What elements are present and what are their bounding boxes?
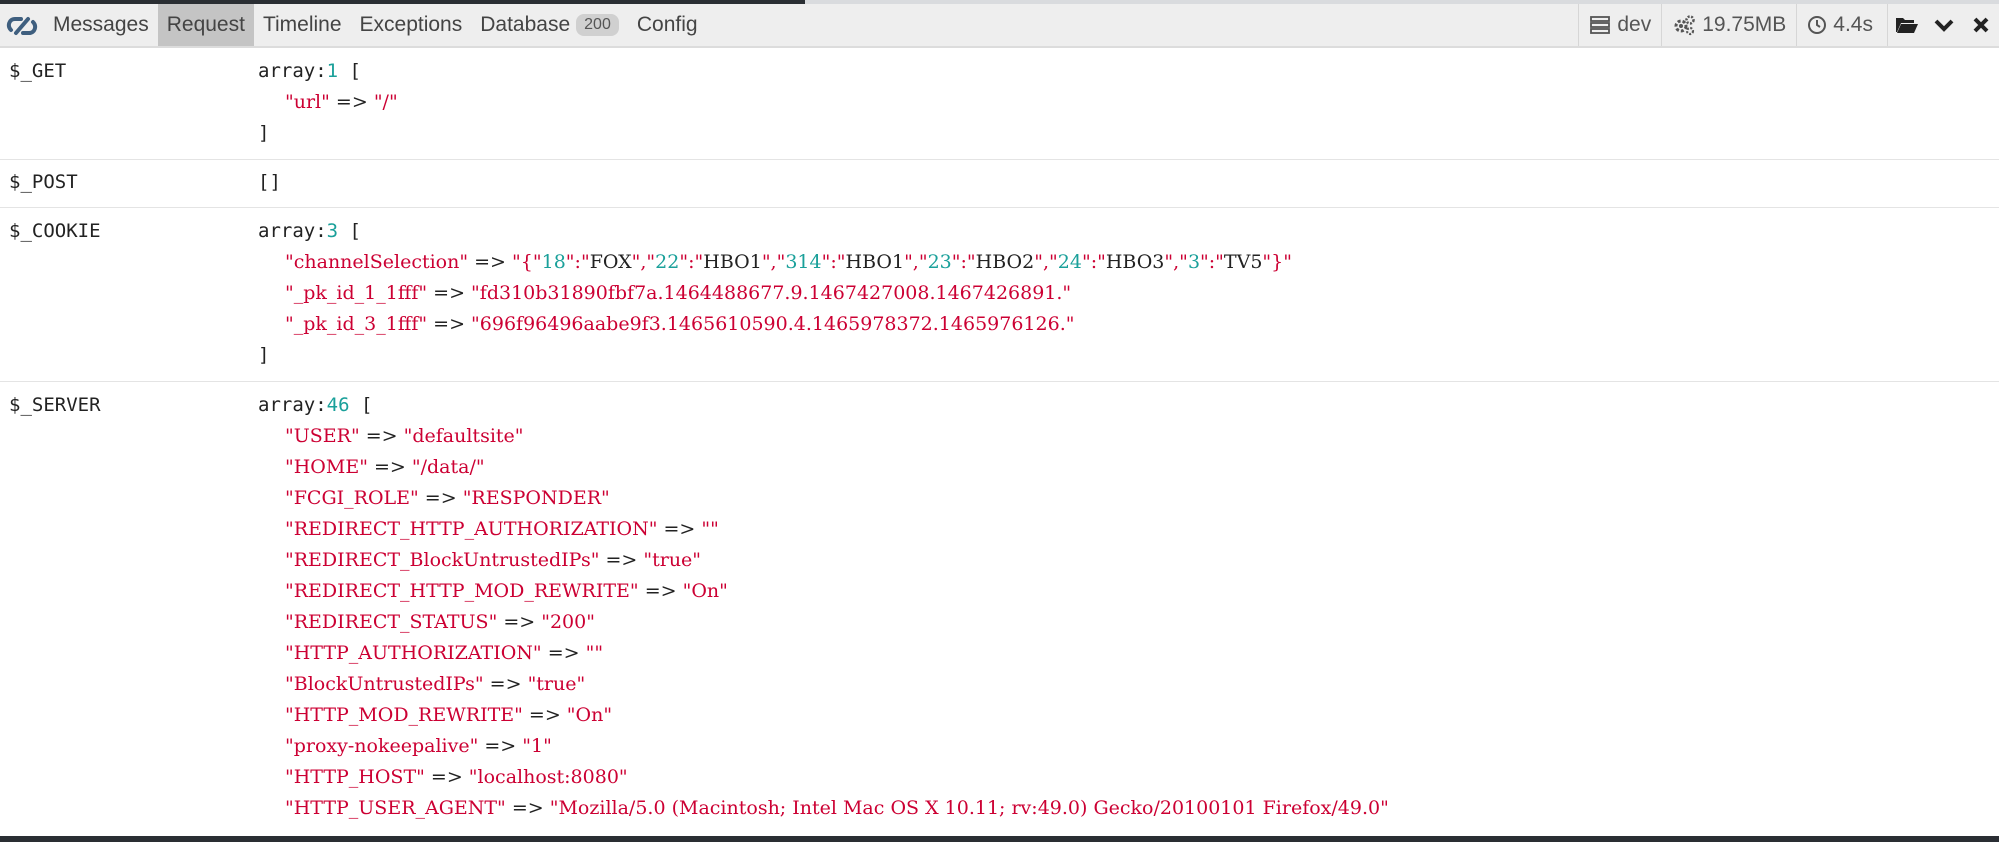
minimize-button[interactable] <box>1925 4 1962 46</box>
server-entry: "HTTP_USER_AGENT" => "Mozilla/5.0 (Macin… <box>285 797 1389 819</box>
window-bottom-edge <box>0 836 1999 842</box>
channel-value-part: ":" <box>951 251 976 273</box>
array-header: array:46 [ <box>258 394 373 416</box>
debugbar-logo-icon[interactable] <box>6 12 38 40</box>
database-count-badge: 200 <box>576 14 619 36</box>
array-entry: "url" => "/" <box>285 91 398 113</box>
environment-label: dev <box>1617 13 1652 36</box>
server-entry: "REDIRECT_HTTP_AUTHORIZATION" => "" <box>285 518 719 540</box>
server-entry: "HTTP_MOD_REWRITE" => "On" <box>285 704 613 726</box>
server-entry: "REDIRECT_STATUS" => "200" <box>285 611 595 633</box>
channel-value-part: ":" <box>679 251 704 273</box>
channel-value-part: ":" <box>565 251 590 273</box>
array-close: ] <box>258 122 270 144</box>
channel-value-part: 3 <box>1187 251 1201 273</box>
channel-value-part: 314 <box>785 251 822 273</box>
memory-indicator[interactable]: 19.75MB <box>1661 4 1796 46</box>
cookie-entry: "_pk_id_1_1fff" => "fd310b31890fbf7a.146… <box>285 282 1072 304</box>
array-header: array:1 [ <box>258 60 361 82</box>
section-key-get: $_GET <box>9 60 67 82</box>
debugbar-status: dev 19.75MB 4.4s <box>1578 4 1999 46</box>
channel-value-part: HBO1 <box>845 251 905 273</box>
channel-value-part: HBO1 <box>703 251 762 273</box>
server-entry: "BlockUntrustedIPs" => "true" <box>285 673 586 695</box>
channel-value-part: HBO2 <box>975 251 1035 273</box>
folder-open-icon <box>1895 18 1918 33</box>
server-entry: "REDIRECT_BlockUntrustedIPs" => "true" <box>285 549 702 571</box>
tab-timeline[interactable]: Timeline <box>254 4 351 46</box>
channel-value-part: ":" <box>1081 251 1106 273</box>
section-key-server: $_SERVER <box>9 394 101 416</box>
section-key-cookie: $_COOKIE <box>9 220 101 242</box>
clock-icon <box>1808 16 1827 34</box>
section-key-post: $_POST <box>9 171 78 193</box>
close-icon <box>1973 17 1988 33</box>
server-entry: "FCGI_ROLE" => "RESPONDER" <box>285 487 610 509</box>
cookie-entry: "_pk_id_3_1fff" => "696f96496aabe9f3.146… <box>285 313 1075 335</box>
tab-exceptions[interactable]: Exceptions <box>351 4 472 46</box>
channel-value-part: TV5 <box>1223 251 1263 273</box>
channel-value-part: "{" <box>512 251 542 273</box>
array-header: array:3 [ <box>258 220 361 242</box>
memory-usage: 19.75MB <box>1702 13 1787 36</box>
channel-value-part: 23 <box>927 251 952 273</box>
channel-selection-value: "{"18":"FOX","22":"HBO1","314":"HBO1","2… <box>512 251 1292 273</box>
server-entry: "proxy-nokeepalive" => "1" <box>285 735 552 757</box>
server-entry: "REDIRECT_HTTP_MOD_REWRITE" => "On" <box>285 580 728 602</box>
tab-request[interactable]: Request <box>157 4 254 46</box>
post-section: $_POST [] <box>0 160 1999 208</box>
request-duration: 4.4s <box>1833 13 1873 36</box>
channel-value-part: "," <box>1164 251 1188 273</box>
channel-value-part: HBO3 <box>1105 251 1165 273</box>
environment-indicator[interactable]: dev <box>1578 4 1661 46</box>
debugbar-toolbar: Messages Request Timeline Exceptions Dat… <box>0 4 1999 48</box>
channel-value-part: ":" <box>1200 251 1224 273</box>
channel-value-part: "}" <box>1262 251 1292 273</box>
channel-value-part: "," <box>761 251 786 273</box>
channel-value-part: 24 <box>1057 251 1082 273</box>
cookie-section: $_COOKIE array:3 [ "channelSelection" =>… <box>0 208 1999 382</box>
server-entry: "USER" => "defaultsite" <box>285 425 524 447</box>
server-entry: "HOME" => "/data/" <box>285 456 485 478</box>
get-section: $_GET array:1 [ "url" => "/" ] <box>0 48 1999 160</box>
array-close: ] <box>258 344 270 366</box>
channel-value-part: ":" <box>821 251 846 273</box>
channel-value-part: 22 <box>655 251 680 273</box>
server-entry: "HTTP_AUTHORIZATION" => "" <box>285 642 604 664</box>
channel-value-part: "," <box>904 251 928 273</box>
server-icon <box>1590 16 1611 34</box>
open-folder-button[interactable] <box>1887 4 1925 46</box>
cookie-entry-channel-selection: "channelSelection" => "{"18":"FOX","22":… <box>285 251 1292 273</box>
tab-messages[interactable]: Messages <box>44 4 158 46</box>
chevron-down-icon <box>1934 19 1953 32</box>
empty-array: [] <box>258 171 281 193</box>
close-button[interactable] <box>1962 4 1999 46</box>
tab-config[interactable]: Config <box>628 4 707 46</box>
duration-indicator[interactable]: 4.4s <box>1796 4 1883 46</box>
debugbar-tabs: Messages Request Timeline Exceptions Dat… <box>44 4 707 46</box>
gears-icon <box>1674 15 1695 36</box>
request-panel: $_GET array:1 [ "url" => "/" ] $_POST []… <box>0 48 1999 842</box>
channel-value-part: "," <box>631 251 656 273</box>
server-entry: "HTTP_HOST" => "localhost:8080" <box>285 766 628 788</box>
server-section: $_SERVER array:46 [ "USER" => "defaultsi… <box>0 382 1999 842</box>
channel-value-part: FOX <box>589 251 632 273</box>
channel-value-part: "," <box>1034 251 1058 273</box>
tab-database[interactable]: Database 200 <box>471 4 628 46</box>
channel-value-part: 18 <box>541 251 566 273</box>
